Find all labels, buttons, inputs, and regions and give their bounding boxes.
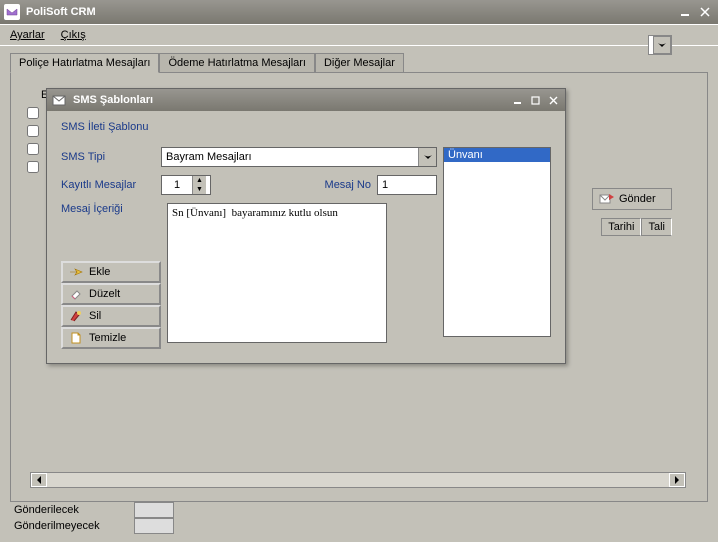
horizontal-scrollbar[interactable] [30, 472, 686, 488]
duzelt-button[interactable]: Düzelt [61, 283, 161, 305]
mesaj-no-label: Mesaj No [325, 179, 371, 191]
dialog-icon [51, 92, 67, 108]
sms-tipi-label: SMS Tipi [61, 151, 161, 163]
temizle-button[interactable]: Temizle [61, 327, 161, 349]
main-titlebar: PoliSoft CRM [0, 0, 718, 24]
dialog-title: SMS Şablonları [73, 94, 507, 106]
hand-point-icon [69, 265, 83, 279]
col-tali[interactable]: Tali [641, 218, 672, 236]
ekle-button[interactable]: Ekle [61, 261, 161, 283]
bg-checkbox-3[interactable] [27, 143, 39, 155]
top-right-combo[interactable] [648, 35, 672, 55]
listbox-item-unvani[interactable]: Ünvanı [444, 148, 550, 162]
kayitli-mesajlar-label: Kayıtlı Mesajlar [61, 179, 161, 191]
menubar: Ayarlar Çıkış [0, 24, 718, 46]
table-headers: Tarihi Tali [601, 218, 672, 236]
fields-listbox[interactable]: Ünvanı [443, 147, 551, 337]
gonderilecek-label: Gönderilecek [14, 504, 134, 516]
gonderilmeyecek-label: Gönderilmeyecek [14, 520, 134, 532]
spinner-down[interactable]: ▼ [193, 185, 206, 194]
chevron-down-icon [418, 148, 436, 166]
mesaj-icerigi-textarea[interactable] [167, 203, 387, 343]
bg-checkbox-1[interactable] [27, 107, 39, 119]
col-tarihi[interactable]: Tarihi [601, 218, 641, 236]
scroll-track[interactable] [47, 473, 669, 487]
menu-cikis[interactable]: Çıkış [61, 29, 86, 41]
minimize-button[interactable] [676, 4, 694, 20]
group-label: SMS İleti Şablonu [61, 121, 551, 133]
kayitli-mesajlar-input[interactable] [162, 176, 192, 194]
status-rows: Gönderilecek Gönderilmeyecek [14, 502, 174, 534]
new-page-icon [69, 331, 83, 345]
tab-odeme[interactable]: Ödeme Hatırlatma Mesajları [159, 53, 315, 73]
spinner-up[interactable]: ▲ [193, 176, 206, 185]
kayitli-mesajlar-spinner[interactable]: ▲ ▼ [161, 175, 211, 195]
delete-icon [69, 309, 83, 323]
send-icon [599, 192, 615, 206]
sms-tipi-combo[interactable] [161, 147, 437, 167]
sms-sablonlari-dialog: SMS Şablonları SMS İleti Şablonu SMS Tip… [46, 88, 566, 364]
tab-police[interactable]: Poliçe Hatırlatma Mesajları [10, 53, 159, 73]
mesaj-no-input[interactable] [377, 175, 437, 195]
gonder-button[interactable]: Gönder [592, 188, 672, 210]
mesaj-icerigi-label: Mesaj İçeriği [61, 203, 161, 215]
gonderilmeyecek-value [134, 518, 174, 534]
chevron-down-icon [653, 36, 671, 54]
app-icon [4, 4, 20, 20]
app-title: PoliSoft CRM [26, 6, 674, 18]
gonder-label: Gönder [619, 193, 656, 205]
gonderilecek-value [134, 502, 174, 518]
tab-strip: Poliçe Hatırlatma Mesajları Ödeme Hatırl… [10, 52, 708, 72]
dialog-maximize-button[interactable] [527, 93, 543, 107]
dialog-close-button[interactable] [545, 93, 561, 107]
eraser-icon [69, 287, 83, 301]
close-button[interactable] [696, 4, 714, 20]
tab-diger[interactable]: Diğer Mesajlar [315, 53, 404, 73]
sil-button[interactable]: Sil [61, 305, 161, 327]
scroll-right-button[interactable] [669, 473, 685, 487]
bg-checkbox-2[interactable] [27, 125, 39, 137]
menu-ayarlar[interactable]: Ayarlar [10, 29, 45, 41]
scroll-left-button[interactable] [31, 473, 47, 487]
dialog-minimize-button[interactable] [509, 93, 525, 107]
sms-tipi-input[interactable] [162, 148, 418, 166]
bg-checkbox-4[interactable] [27, 161, 39, 173]
dialog-titlebar[interactable]: SMS Şablonları [47, 89, 565, 111]
